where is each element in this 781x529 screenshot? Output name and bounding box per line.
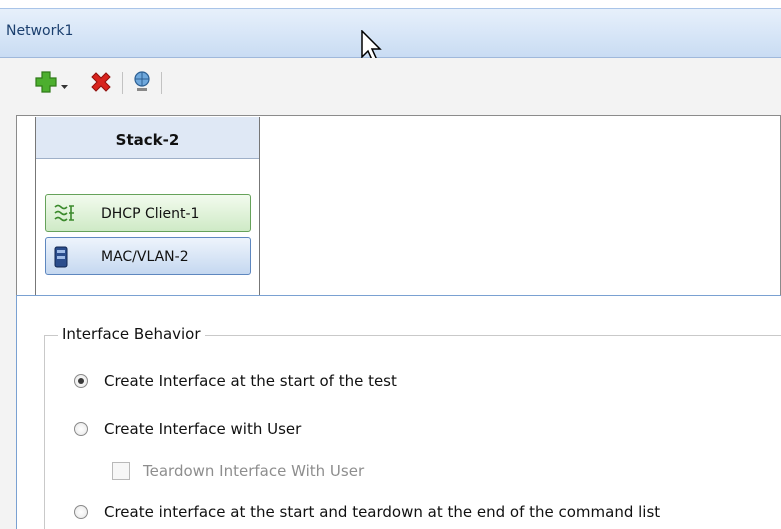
dhcp-waves-icon bbox=[54, 203, 76, 227]
option-label: Create interface at the start and teardo… bbox=[104, 503, 661, 521]
interface-behavior-legend: Interface Behavior bbox=[58, 325, 205, 343]
teardown-with-user-label: Teardown Interface With User bbox=[143, 462, 365, 480]
toolbar-separator bbox=[122, 72, 123, 94]
radio-button-selected[interactable] bbox=[74, 374, 88, 388]
globe-person-icon[interactable] bbox=[130, 70, 154, 98]
dropdown-arrow-icon[interactable] bbox=[61, 77, 69, 95]
layer-dhcp-client[interactable]: DHCP Client-1 bbox=[45, 194, 251, 232]
window-titlebar: Network1 bbox=[0, 8, 781, 58]
option-label: Create Interface at the start of the tes… bbox=[104, 372, 397, 390]
radio-button[interactable] bbox=[74, 422, 88, 436]
red-x-icon[interactable] bbox=[89, 70, 113, 98]
option-label: Create Interface with User bbox=[104, 420, 302, 438]
stack-column[interactable]: Stack-2 DHCP Client-1 MAC/VLAN-2 bbox=[35, 117, 260, 295]
layer-label: MAC/VLAN-2 bbox=[101, 249, 189, 265]
teardown-with-user-checkbox[interactable] bbox=[112, 462, 130, 480]
stack-title: Stack-2 bbox=[36, 117, 259, 159]
green-plus-icon[interactable] bbox=[34, 70, 58, 98]
group-border bbox=[44, 335, 45, 529]
layer-label: DHCP Client-1 bbox=[101, 206, 200, 222]
layer-mac-vlan[interactable]: MAC/VLAN-2 bbox=[45, 237, 251, 275]
toolbar-separator bbox=[161, 72, 162, 94]
mac-vlan-icon bbox=[54, 246, 68, 272]
radio-button[interactable] bbox=[74, 505, 88, 519]
window-title: Network1 bbox=[6, 23, 74, 39]
